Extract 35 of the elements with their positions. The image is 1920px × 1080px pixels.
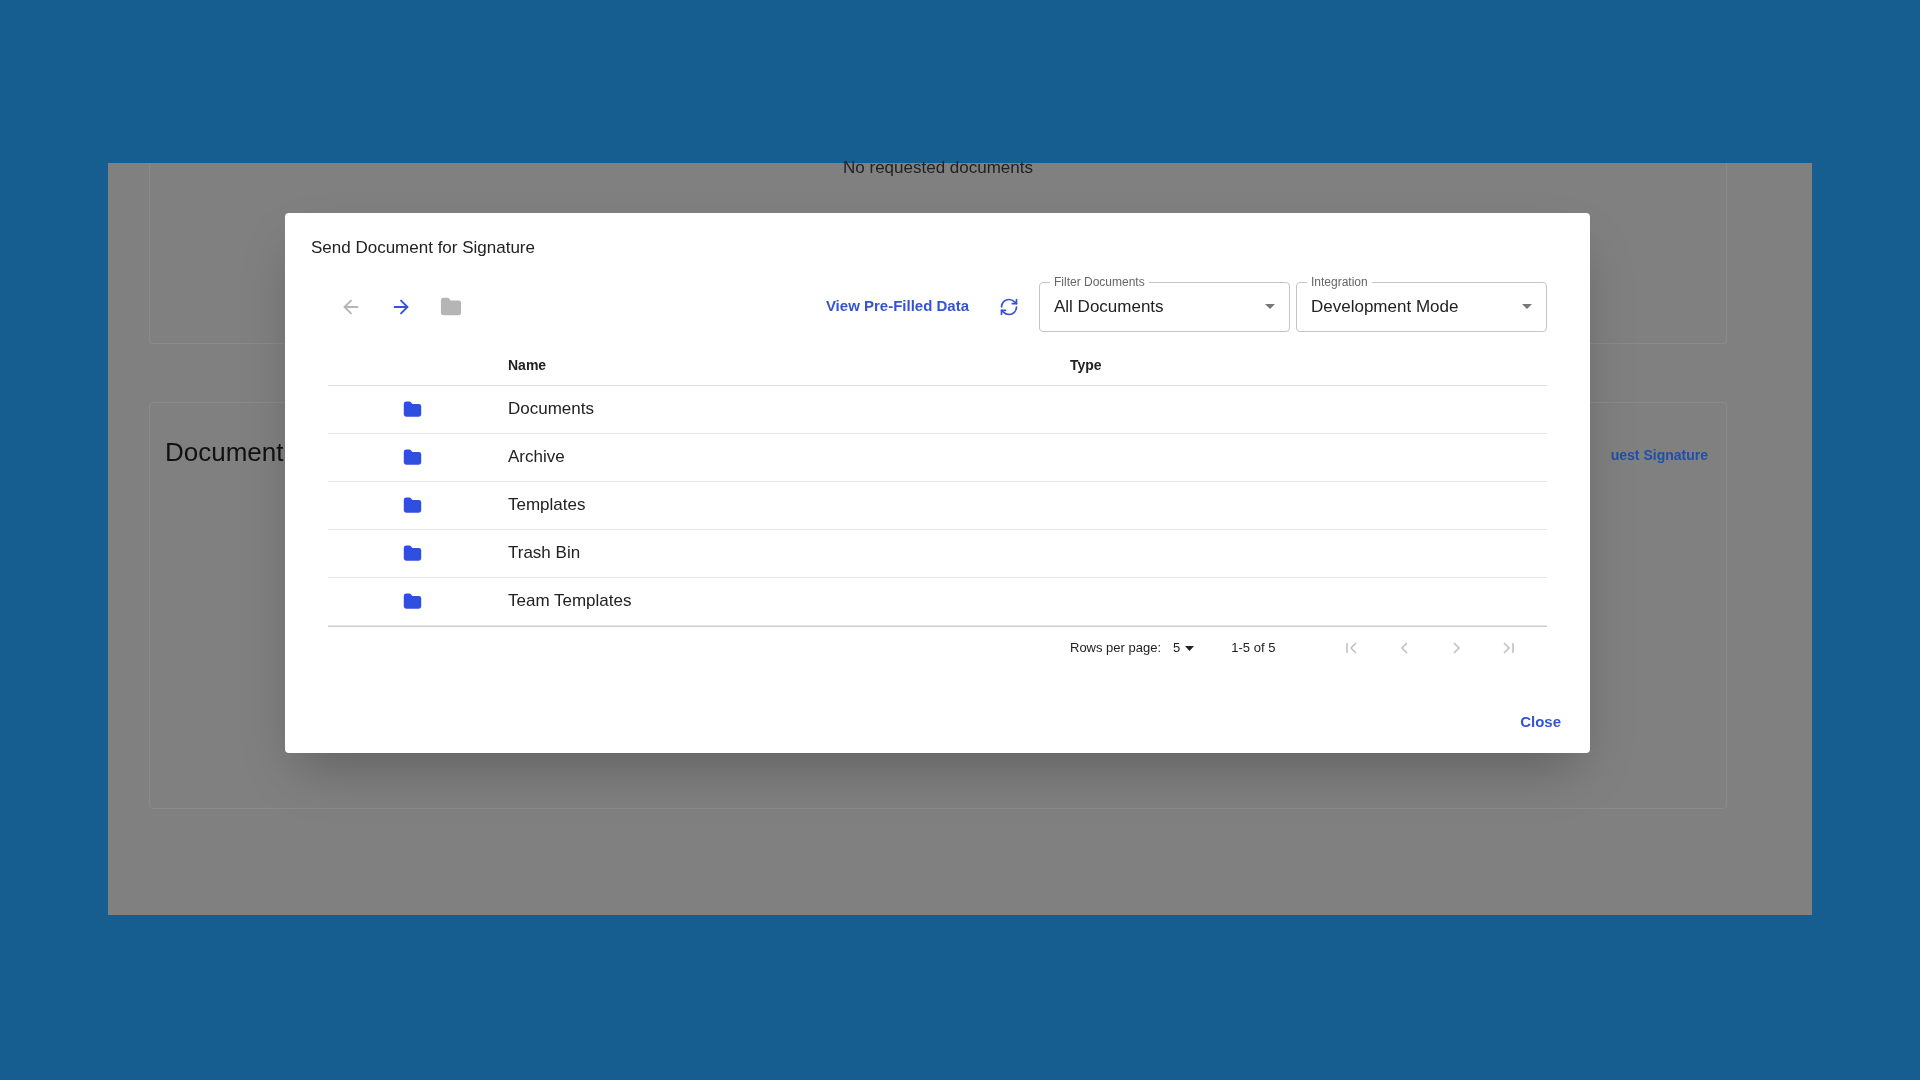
- section-title: Document: [165, 436, 284, 469]
- table-cell-text: Team Templates: [508, 590, 632, 613]
- chevron-icon: [1452, 642, 1460, 654]
- rows-per-page-label: Rows per page:: [1070, 639, 1162, 658]
- table-row[interactable]: Trash Bin: [328, 529, 1547, 578]
- folder-icon: [403, 591, 422, 611]
- table-row[interactable]: Templates: [328, 481, 1547, 530]
- refresh-icon[interactable]: [999, 296, 1019, 317]
- close-button[interactable]: Close: [1512, 706, 1569, 737]
- view-prefilled-data-link[interactable]: View Pre-Filled Data: [825, 295, 969, 318]
- rows-per-page-select[interactable]: 5: [1173, 638, 1195, 658]
- table-cell-text: Documents: [508, 398, 594, 421]
- table-cell-text: Trash Bin: [508, 542, 581, 565]
- dropdown-caret-icon: [1522, 304, 1532, 309]
- table-row[interactable]: Archive: [328, 433, 1547, 482]
- select-value: All Documents: [1054, 295, 1164, 318]
- dialog-title: Send Document for Signature: [311, 237, 535, 259]
- table-cell-text: Archive: [508, 446, 565, 469]
- dropdown-caret-icon: [1265, 304, 1275, 309]
- column-header: Type: [1070, 355, 1102, 375]
- table-cell-text: Templates: [508, 494, 586, 517]
- page-range: 1-5 of 5: [1231, 639, 1276, 658]
- folder-icon: [403, 447, 422, 467]
- folder-icon: [403, 495, 422, 515]
- chevron-icon: [1400, 642, 1408, 654]
- folder-icon: [403, 543, 422, 563]
- chevron-bar-icon: [1346, 642, 1359, 654]
- folder-icon: [403, 399, 422, 419]
- dropdown-caret-icon: [1185, 645, 1195, 651]
- select-value: Development Mode: [1311, 295, 1459, 318]
- column-header: Name: [508, 355, 548, 375]
- table-row[interactable]: Team Templates: [328, 577, 1547, 626]
- empty-state-text: No requested documents: [843, 159, 1033, 176]
- table-row[interactable]: Documents: [328, 385, 1547, 434]
- chevron-bar-icon: [1502, 642, 1515, 654]
